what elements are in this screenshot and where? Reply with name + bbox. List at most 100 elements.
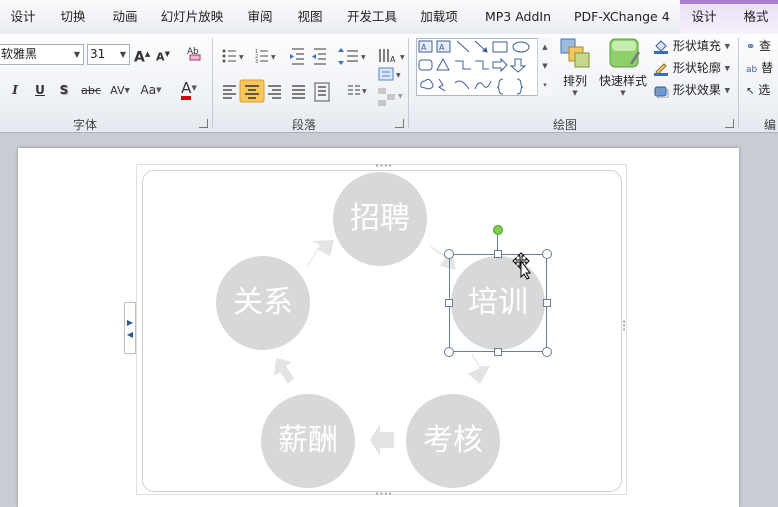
- tab-addins[interactable]: 加载项: [418, 0, 460, 34]
- frame-grip-top[interactable]: • • • •: [375, 162, 392, 170]
- tab-developer[interactable]: 开发工具: [346, 0, 398, 34]
- chevron-down-icon: ▼: [620, 89, 626, 97]
- strikethrough-button[interactable]: abc: [80, 80, 102, 101]
- ribbon-tab-bar: 设计 切换 动画 幻灯片放映 审阅 视图 开发工具 加载项 MP3 AddIn …: [0, 0, 778, 35]
- resize-handle-right[interactable]: [543, 299, 551, 307]
- svg-text:▼: ▼: [361, 54, 366, 61]
- tab-format[interactable]: 格式: [738, 0, 774, 34]
- frame-grip-right[interactable]: • • •: [622, 319, 626, 334]
- quick-styles-button[interactable]: 快速样式 ▼: [596, 72, 650, 97]
- arrange-button[interactable]: 排列 ▼: [556, 72, 594, 97]
- svg-text:3: 3: [255, 59, 258, 65]
- arrow-relation-to-recruit: [306, 240, 334, 269]
- node-recruit[interactable]: 招聘: [333, 172, 427, 266]
- font-color-button[interactable]: A▼: [175, 78, 203, 100]
- editing-group-label: 编: [763, 118, 776, 132]
- shape-effects-button[interactable]: 形状效果 ▼: [653, 81, 730, 98]
- drawing-dialog-launcher-icon[interactable]: [725, 119, 734, 128]
- shape-effects-label: 形状效果: [672, 83, 721, 97]
- chevron-down-icon[interactable]: ▼: [538, 57, 552, 76]
- tab-drawing-design[interactable]: 设计: [686, 0, 722, 34]
- resize-handle-bottom[interactable]: [494, 348, 502, 356]
- shadow-button[interactable]: S: [57, 80, 71, 101]
- chevron-down-icon: ▼: [191, 84, 197, 92]
- resize-handle-bottom-left[interactable]: [444, 347, 454, 357]
- font-name-combo[interactable]: 软雅黑 ▼: [0, 44, 84, 65]
- node-assess[interactable]: 考核: [406, 394, 500, 488]
- select-button[interactable]: ↖ 选: [746, 81, 770, 98]
- resize-handle-top[interactable]: [494, 250, 502, 258]
- svg-text:A: A: [421, 43, 427, 52]
- svg-text:▼: ▼: [362, 88, 367, 95]
- resize-handle-top-right[interactable]: [542, 249, 552, 259]
- group-divider: [212, 38, 213, 128]
- tab-review[interactable]: 审阅: [245, 0, 275, 34]
- node-relation[interactable]: 关系: [216, 256, 310, 350]
- arrange-label: 排列: [562, 74, 587, 88]
- char-spacing-button[interactable]: AV▼: [107, 80, 133, 101]
- group-divider: [738, 38, 739, 128]
- find-label: 查: [759, 39, 772, 53]
- rotation-handle[interactable]: [493, 225, 503, 235]
- pencil-icon: [654, 62, 668, 76]
- arrow-salary-to-relation: [274, 358, 294, 384]
- shape-fill-button[interactable]: 形状填充 ▼: [653, 37, 730, 54]
- cursor-icon: ↖: [746, 86, 755, 97]
- tab-pdf-xchange[interactable]: PDF-XChange 4: [574, 0, 670, 34]
- align-center-button[interactable]: [240, 78, 264, 99]
- drawing-group-label: 绘图: [552, 118, 577, 132]
- tab-mp3-addin[interactable]: MP3 AddIn: [482, 0, 554, 34]
- chevron-down-icon: ▼: [124, 86, 130, 95]
- svg-text:A: A: [390, 55, 396, 64]
- binoculars-icon: ⚭: [746, 40, 756, 53]
- grow-font-button[interactable]: A▲: [134, 44, 150, 66]
- tab-slideshow[interactable]: 幻灯片放映: [160, 0, 224, 34]
- clear-format-button[interactable]: Ab: [184, 44, 206, 65]
- shrink-font-icon: A: [156, 50, 165, 64]
- shrink-font-button[interactable]: A▼: [155, 44, 171, 65]
- svg-text:▼: ▼: [398, 93, 403, 100]
- arrow-training-to-assess: [468, 354, 490, 384]
- font-group-label: 字体: [72, 118, 97, 132]
- chevron-up-icon[interactable]: ▲: [538, 38, 552, 57]
- font-name-value: 软雅黑: [1, 47, 38, 61]
- chevron-down-icon: ▼: [572, 89, 578, 97]
- quick-styles-icon: [609, 38, 640, 68]
- tab-view[interactable]: 视图: [295, 0, 325, 34]
- paragraph-dialog-launcher-icon[interactable]: [395, 119, 404, 128]
- chevron-down-icon: ▼: [73, 50, 80, 59]
- node-salary[interactable]: 薪酬: [261, 394, 355, 488]
- underline-button[interactable]: U: [33, 80, 47, 101]
- arrange-icon: [560, 38, 590, 68]
- group-divider: [408, 38, 409, 128]
- select-label: 选: [758, 83, 771, 97]
- shapes-gallery-icons: A A: [418, 40, 530, 95]
- gallery-more-icon[interactable]: ▾: [538, 76, 552, 95]
- resize-handle-bottom-right[interactable]: [542, 347, 552, 357]
- paragraph-group-label: 段落: [291, 118, 316, 132]
- shape-effects-icon: [654, 86, 669, 98]
- chevron-down-icon: ▼: [724, 86, 731, 95]
- resize-handle-left[interactable]: [445, 299, 453, 307]
- tab-transitions[interactable]: 切换: [58, 0, 88, 34]
- char-spacing-label: AV: [110, 84, 125, 97]
- change-case-button[interactable]: Aa▼: [137, 80, 165, 101]
- grow-font-icon: A: [134, 49, 145, 66]
- resize-handle-top-left[interactable]: [444, 249, 454, 259]
- chevron-down-icon: ▼: [156, 86, 162, 94]
- svg-text:A: A: [439, 43, 445, 52]
- shapes-gallery-scroll[interactable]: ▲ ▼ ▾: [537, 38, 552, 96]
- font-dialog-launcher-icon[interactable]: [199, 119, 208, 128]
- font-color-icon: A: [181, 81, 192, 100]
- find-button[interactable]: ⚭ 查: [746, 37, 771, 54]
- tab-design[interactable]: 设计: [8, 0, 38, 34]
- text-pane-toggle[interactable]: ▶ ◀: [124, 302, 136, 354]
- ribbon: 软雅黑 ▼ 31 ▼ A▲ A▼ Ab I U S abc AV▼ Aa▼ A▼…: [0, 34, 778, 133]
- tab-animations[interactable]: 动画: [110, 0, 140, 34]
- font-size-combo[interactable]: 31 ▼: [87, 44, 130, 65]
- shape-outline-button[interactable]: 形状轮廓 ▼: [653, 59, 730, 76]
- replace-button[interactable]: ab 替: [746, 59, 773, 76]
- chevron-down-icon: ▼: [724, 64, 731, 73]
- italic-button[interactable]: I: [8, 80, 22, 101]
- shapes-gallery[interactable]: A A: [416, 38, 552, 96]
